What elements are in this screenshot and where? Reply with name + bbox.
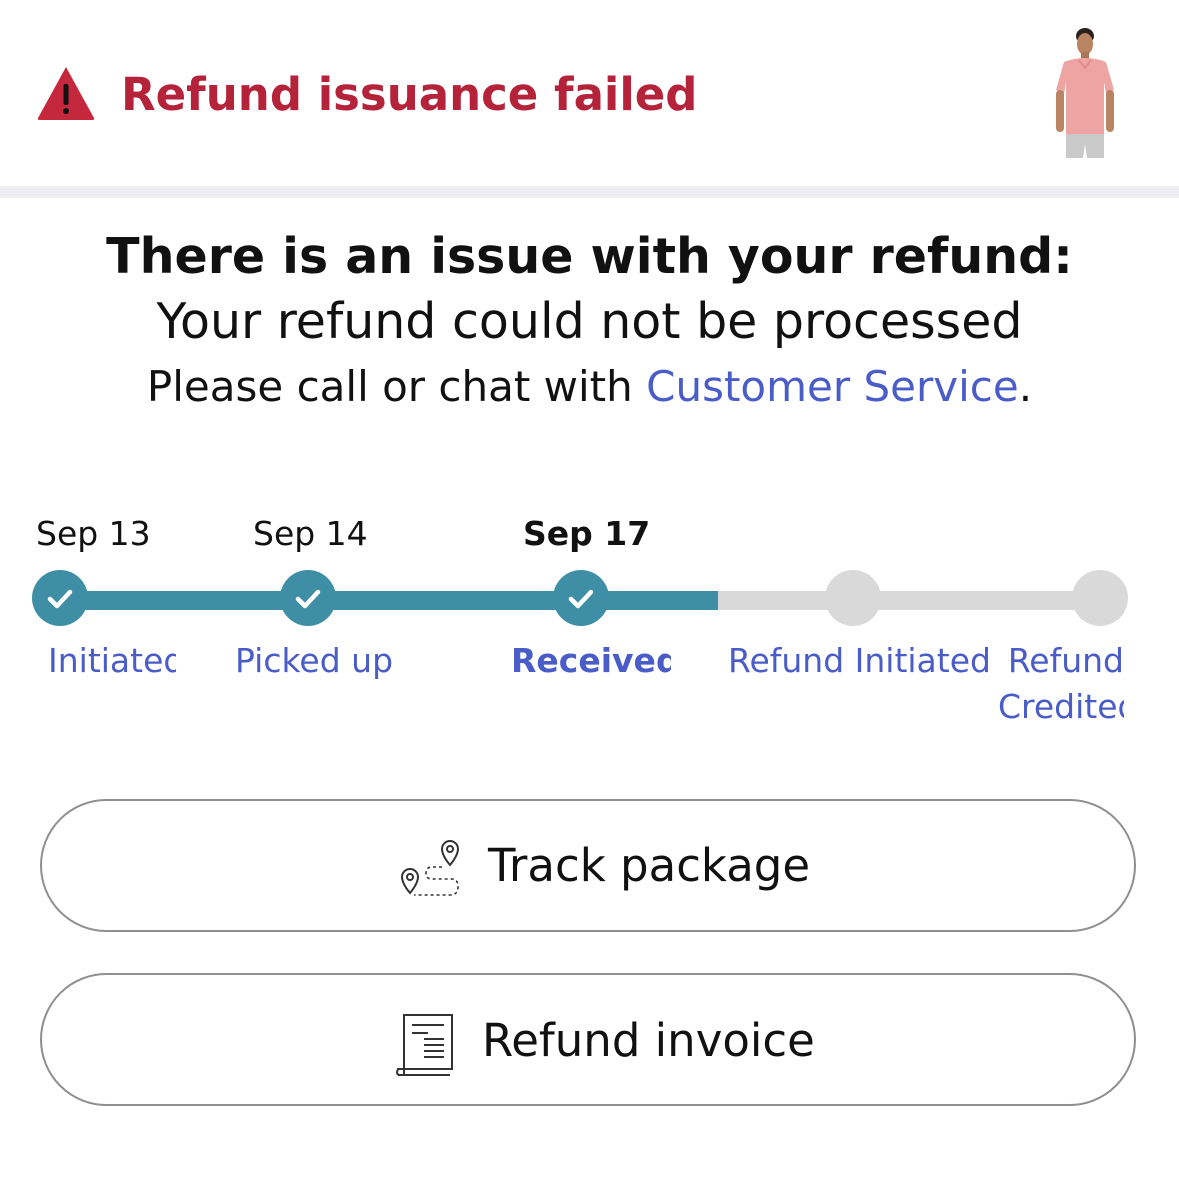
refund-issue-message: There is an issue with your refund: Your… xyxy=(0,225,1179,419)
refund-invoice-label: Refund invoice xyxy=(482,1014,815,1067)
step-node-picked-up xyxy=(280,570,336,626)
document-icon xyxy=(395,1014,453,1076)
warning-triangle-icon xyxy=(37,67,95,120)
issue-detail: Your refund could not be processed xyxy=(156,293,1023,350)
step-date-received: Sep 17 xyxy=(523,514,651,553)
help-suffix: . xyxy=(1018,362,1033,411)
track-package-label: Track package xyxy=(488,839,811,892)
step-label-refund-initiated: Refund Initiated xyxy=(728,641,991,680)
step-node-refund-initiated xyxy=(825,570,881,626)
product-thumbnail[interactable] xyxy=(1050,24,1120,164)
status-header: Refund issuance failed xyxy=(0,0,1179,186)
check-icon xyxy=(47,589,73,609)
status-title: Refund issuance failed xyxy=(121,68,698,121)
check-icon xyxy=(295,589,321,609)
step-node-initiated xyxy=(32,570,88,626)
step-date-picked-up: Sep 14 xyxy=(253,514,368,553)
step-label-received: Received xyxy=(511,641,671,680)
help-text: Please call or chat with Customer Servic… xyxy=(0,355,1179,419)
timeline-progress-bar xyxy=(60,591,718,610)
step-label-initiated: Initiated xyxy=(48,641,176,680)
issue-heading: There is an issue with your refund: xyxy=(106,228,1073,285)
step-node-received xyxy=(553,570,609,626)
step-node-refund-credited xyxy=(1072,570,1128,626)
refund-timeline: Sep 13 Initiated Sep 14 Picked up Sep 17… xyxy=(0,500,1179,740)
track-package-button[interactable]: Track package xyxy=(40,799,1136,932)
step-label-refund-credited: Refund Credited xyxy=(998,641,1124,726)
route-pin-icon xyxy=(400,839,460,896)
refund-invoice-button[interactable]: Refund invoice xyxy=(40,973,1136,1106)
help-prefix: Please call or chat with xyxy=(146,362,647,411)
customer-service-link[interactable]: Customer Service xyxy=(646,362,1019,411)
section-divider xyxy=(0,186,1179,198)
check-icon xyxy=(568,589,594,609)
step-date-initiated: Sep 13 xyxy=(36,514,151,553)
step-label-picked-up: Picked up xyxy=(235,641,394,680)
refund-status-page: Refund issuance failed There is an issue… xyxy=(0,0,1179,1197)
timeline-pending-bar xyxy=(718,591,1100,610)
